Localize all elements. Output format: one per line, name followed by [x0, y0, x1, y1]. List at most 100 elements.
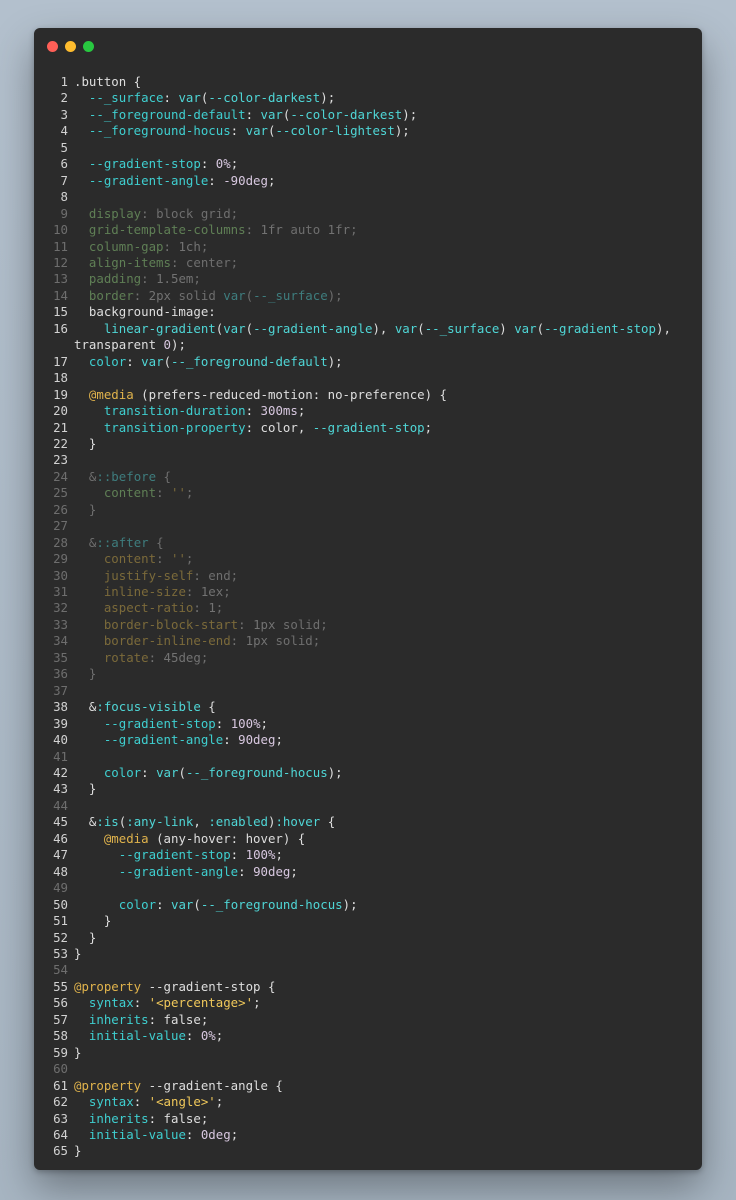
code-text: syntax: '<percentage>';: [88, 995, 261, 1011]
line-number: 3: [60, 106, 68, 122]
code-text: &:focus-visible {: [74, 699, 216, 715]
code-line: 3 --_foreground-default: var(--color-dar…: [52, 107, 692, 123]
code-text: }: [74, 913, 112, 929]
code-line: 64 initial-value: 0deg;: [52, 1127, 692, 1143]
line-number: 22: [53, 435, 68, 451]
minimize-button[interactable]: [65, 41, 76, 52]
code-text: @property --gradient-stop {: [74, 978, 276, 994]
line-number: 26: [53, 501, 68, 517]
code-line: 41: [52, 749, 692, 765]
line-number: 6: [60, 156, 68, 172]
code-line: 59}: [52, 1045, 692, 1061]
code-line: 7 --gradient-angle: -90deg;: [52, 173, 692, 189]
code-line: 20 transition-duration: 300ms;: [52, 403, 692, 419]
line-number: 12: [53, 254, 68, 270]
code-line: 52 }: [52, 930, 692, 946]
code-text: }: [74, 781, 97, 797]
code-text: color: var(--_foreground-default);: [88, 353, 343, 369]
code-line: 13 padding: 1.5em;: [52, 271, 692, 287]
code-text: justify-self: end;: [103, 567, 239, 583]
line-number: 19: [53, 386, 68, 402]
line-number: 13: [53, 271, 68, 287]
code-line: 51 }: [52, 913, 692, 929]
code-line: 26 }: [52, 502, 692, 518]
code-text: border-inline-end: 1px solid;: [103, 633, 321, 649]
close-button[interactable]: [47, 41, 58, 52]
code-line: 43 }: [52, 781, 692, 797]
line-number: 2: [60, 90, 68, 106]
code-line: 48 --gradient-angle: 90deg;: [52, 864, 692, 880]
code-line: 28 &::after {: [52, 535, 692, 551]
line-number: 60: [53, 1061, 68, 1077]
code-text: }: [74, 435, 97, 451]
line-number: 31: [53, 584, 68, 600]
code-text: }: [74, 666, 97, 682]
line-number: 27: [53, 518, 68, 534]
code-line: 11 column-gap: 1ch;: [52, 239, 692, 255]
line-number: 33: [53, 616, 68, 632]
code-text: padding: 1.5em;: [88, 271, 201, 287]
code-text: syntax: '<angle>';: [88, 1094, 224, 1110]
line-number: 32: [53, 600, 68, 616]
code-line: 17 color: var(--_foreground-default);: [52, 354, 692, 370]
code-line: 31 inline-size: 1ex;: [52, 584, 692, 600]
code-text: --gradient-angle: -90deg;: [88, 172, 276, 188]
line-number: 64: [53, 1126, 68, 1142]
code-line: 35 rotate: 45deg;: [52, 650, 692, 666]
line-number: 65: [53, 1143, 68, 1159]
code-line: 8: [52, 189, 692, 205]
code-text: @media (prefers-reduced-motion: no-prefe…: [88, 386, 447, 402]
code-text: color: var(--_foreground-hocus);: [103, 765, 343, 781]
code-line: 5: [52, 140, 692, 156]
line-number: 15: [53, 304, 68, 320]
code-text: border: 2px solid var(--_surface);: [88, 287, 343, 303]
line-number: 21: [53, 419, 68, 435]
code-line: 33 border-block-start: 1px solid;: [52, 617, 692, 633]
line-number: 14: [53, 287, 68, 303]
code-line: 54: [52, 962, 692, 978]
code-line: 10 grid-template-columns: 1fr auto 1fr;: [52, 222, 692, 238]
code-line: 46 @media (any-hover: hover) {: [52, 831, 692, 847]
code-text: color: var(--_foreground-hocus);: [118, 896, 358, 912]
code-line: 30 justify-self: end;: [52, 568, 692, 584]
code-text: inherits: false;: [88, 1110, 209, 1126]
zoom-button[interactable]: [83, 41, 94, 52]
code-text: align-items: center;: [88, 254, 239, 270]
line-number: 59: [53, 1044, 68, 1060]
code-line: 50 color: var(--_foreground-hocus);: [52, 897, 692, 913]
code-line: 15 background-image:: [52, 304, 692, 320]
line-number: 16: [53, 320, 68, 336]
code-line: 56 syntax: '<percentage>';: [52, 995, 692, 1011]
code-text: aspect-ratio: 1;: [103, 600, 224, 616]
code-line: 12 align-items: center;: [52, 255, 692, 271]
line-number: 35: [53, 649, 68, 665]
code-text: linear-gradient(var(--gradient-angle), v…: [74, 320, 679, 353]
code-text: grid-template-columns: 1fr auto 1fr;: [88, 222, 358, 238]
line-number: 56: [53, 995, 68, 1011]
code-text: transition-duration: 300ms;: [103, 403, 306, 419]
line-number: 52: [53, 929, 68, 945]
code-line: 38 &:focus-visible {: [52, 699, 692, 715]
code-line: 47 --gradient-stop: 100%;: [52, 847, 692, 863]
line-number: 50: [53, 896, 68, 912]
code-line: 21 transition-property: color, --gradien…: [52, 420, 692, 436]
code-text: }: [74, 501, 97, 517]
code-text: --gradient-stop: 100%;: [118, 847, 283, 863]
line-number: 11: [53, 238, 68, 254]
line-number: 9: [60, 205, 68, 221]
code-line: 23: [52, 452, 692, 468]
line-number: 25: [53, 485, 68, 501]
code-line: 42 color: var(--_foreground-hocus);: [52, 765, 692, 781]
line-number: 45: [53, 814, 68, 830]
line-number: 51: [53, 913, 68, 929]
code-line: 18: [52, 370, 692, 386]
line-number: 46: [53, 830, 68, 846]
code-text: --gradient-angle: 90deg;: [118, 863, 298, 879]
line-number: 29: [53, 551, 68, 567]
line-number: 62: [53, 1094, 68, 1110]
code-line: 27: [52, 518, 692, 534]
code-line: 65}: [52, 1143, 692, 1159]
line-number: 8: [60, 189, 68, 205]
line-number: 10: [53, 222, 68, 238]
code-line: 61 @property --gradient-angle {: [52, 1078, 692, 1094]
